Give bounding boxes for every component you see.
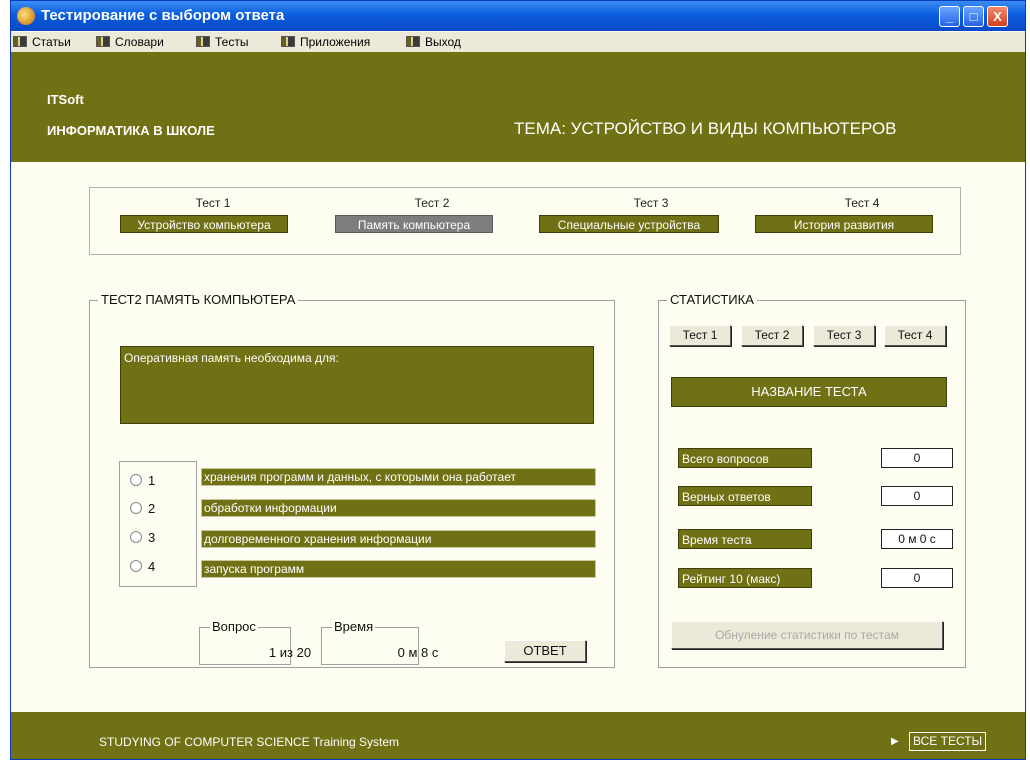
option-radio-1[interactable]: 1: [130, 473, 155, 488]
answer-option-2[interactable]: обработки информации: [201, 499, 596, 517]
stats-legend: СТАТИСТИКА: [667, 292, 757, 307]
radio-icon: [130, 502, 142, 514]
stats-tab-4[interactable]: Тест 4: [884, 325, 946, 346]
test-panel-legend: ТЕСТ2 ПАМЯТЬ КОМПЬЮТЕРА: [98, 292, 299, 307]
books-icon: [406, 36, 420, 47]
maximize-button[interactable]: □: [963, 6, 984, 27]
test-4-button[interactable]: История развития: [755, 215, 933, 233]
footer-text: STUDYING OF COMPUTER SCIENCE Training Sy…: [99, 735, 400, 749]
option-radio-4[interactable]: 4: [130, 559, 155, 574]
test-2-button[interactable]: Память компьютера: [335, 215, 493, 233]
stat-test-time-value: 0 м 0 с: [881, 529, 953, 549]
books-icon: [196, 36, 210, 47]
close-button[interactable]: X: [987, 6, 1008, 27]
stat-correct-answers-value: 0: [881, 486, 953, 506]
answer-button[interactable]: ОТВЕТ: [504, 640, 586, 662]
brand-name: ITSoft: [47, 92, 84, 107]
theme-title: ТЕМА: УСТРОЙСТВО И ВИДЫ КОМПЬЮТЕРОВ: [514, 119, 897, 138]
timer-value: 0 м 8 с: [397, 645, 439, 660]
app-icon: [17, 7, 35, 25]
books-icon: [96, 36, 110, 47]
stats-tab-2[interactable]: Тест 2: [741, 325, 803, 346]
stats-test-name: НАЗВАНИЕ ТЕСТА: [671, 377, 947, 407]
stats-tab-1[interactable]: Тест 1: [669, 325, 731, 346]
menu-bar: Статьи Словари Тесты Приложения Выход: [11, 32, 1025, 52]
stats-panel: СТАТИСТИКА: [658, 292, 966, 668]
footer-bar: STUDYING OF COMPUTER SCIENCE Training Sy…: [11, 712, 1025, 759]
test-caption-1: Тест 1: [195, 196, 231, 210]
answer-option-3[interactable]: долговременного хранения информации: [201, 530, 596, 548]
app-window: Тестирование с выбором ответа _ □ X Стат…: [10, 0, 1026, 760]
title-bar[interactable]: Тестирование с выбором ответа _ □ X: [11, 1, 1025, 31]
header-banner: ITSoft ИНФОРМАТИКА В ШКОЛЕ ТЕМА: УСТРОЙС…: [11, 52, 1025, 162]
app-subtitle: ИНФОРМАТИКА В ШКОЛЕ: [47, 123, 215, 138]
menu-tests[interactable]: Тесты: [196, 35, 248, 49]
menu-applications[interactable]: Приложения: [281, 35, 370, 49]
reset-stats-button[interactable]: Обнуление статистики по тестам: [671, 621, 943, 649]
stats-tab-3[interactable]: Тест 3: [813, 325, 875, 346]
menu-exit[interactable]: Выход: [406, 35, 461, 49]
question-counter: Вопрос 1 из 20: [199, 619, 311, 665]
answer-option-4[interactable]: запуска программ: [201, 560, 596, 578]
timer: Время 0 м 8 с: [321, 619, 438, 665]
menu-dictionaries[interactable]: Словари: [96, 35, 164, 49]
books-icon: [281, 36, 295, 47]
question-text: Оперативная память необходима для:: [120, 346, 594, 424]
test-caption-2: Тест 2: [414, 196, 450, 210]
stat-total-questions-label: Всего вопросов: [678, 448, 812, 468]
books-icon: [13, 36, 27, 47]
timer-label: Время: [332, 619, 376, 634]
stat-test-time-label: Время теста: [678, 529, 812, 549]
answer-option-1[interactable]: хранения программ и данных, с которыми о…: [201, 468, 596, 486]
question-counter-label: Вопрос: [210, 619, 258, 634]
all-tests-button[interactable]: ВСЕ ТЕСТЫ: [909, 732, 987, 751]
radio-icon: [130, 560, 142, 572]
answer-radio-group: 1 2 3 4: [119, 461, 197, 587]
stat-total-questions-value: 0: [881, 448, 953, 468]
stat-correct-answers-label: Верных ответов: [678, 486, 812, 506]
stat-rating-value: 0: [881, 568, 953, 588]
test-3-button[interactable]: Специальные устройства: [539, 215, 719, 233]
test-1-button[interactable]: Устройство компьютера: [120, 215, 288, 233]
radio-icon: [130, 531, 142, 543]
test-caption-4: Тест 4: [844, 196, 880, 210]
radio-icon: [130, 474, 142, 486]
tests-selector-panel: Тест 1 Устройство компьютера Тест 2 Памя…: [89, 187, 961, 255]
option-radio-2[interactable]: 2: [130, 501, 155, 516]
play-arrow-icon: ▶: [891, 736, 899, 747]
window-title: Тестирование с выбором ответа: [41, 7, 285, 24]
stat-rating-label: Рейтинг 10 (макс): [678, 568, 812, 588]
menu-articles[interactable]: Статьи: [13, 35, 71, 49]
minimize-button[interactable]: _: [939, 6, 960, 27]
test-caption-3: Тест 3: [633, 196, 669, 210]
option-radio-3[interactable]: 3: [130, 530, 155, 545]
